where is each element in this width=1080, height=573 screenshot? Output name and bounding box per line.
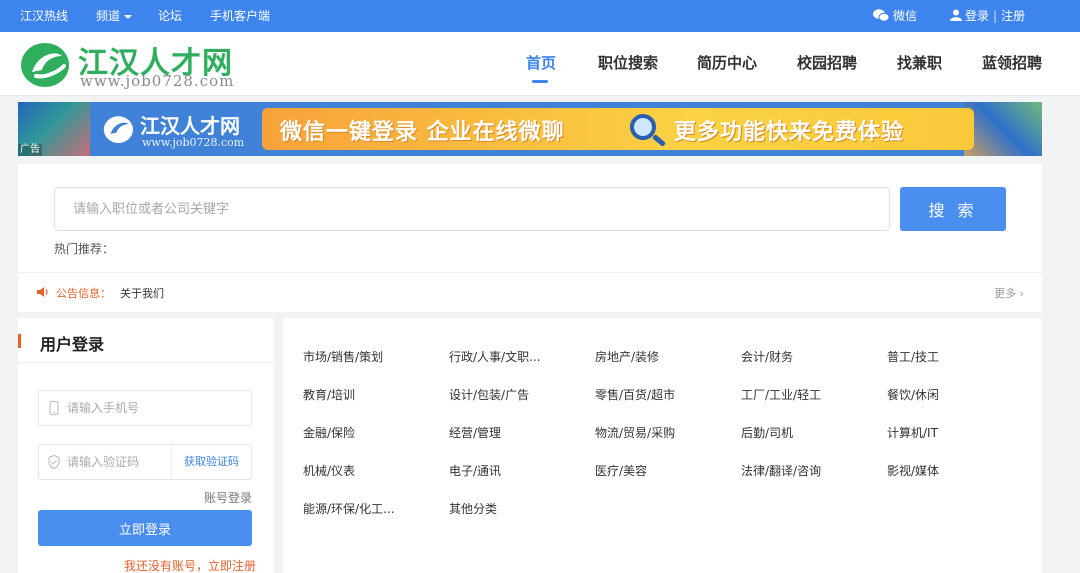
- category-link[interactable]: 行政/人事/文职...: [449, 348, 541, 365]
- banner-logo: 江汉人才网 www.job0728.com: [102, 110, 262, 150]
- separator: |: [993, 9, 998, 23]
- phone-input[interactable]: [67, 391, 187, 425]
- search-input[interactable]: [54, 187, 890, 231]
- divider: [18, 362, 274, 363]
- nav-resume-center[interactable]: 简历中心: [697, 52, 757, 73]
- channel-dropdown[interactable]: 频道: [96, 0, 133, 32]
- category-link[interactable]: 会计/财务: [741, 348, 793, 365]
- register-link[interactable]: 注册: [1001, 9, 1025, 23]
- speaker-icon: [37, 287, 48, 297]
- code-field: 获取验证码: [38, 444, 252, 480]
- category-link[interactable]: 法律/翻译/咨询: [741, 462, 821, 479]
- category-link[interactable]: 普工/技工: [887, 348, 939, 365]
- wechat-link[interactable]: 微信: [873, 0, 917, 32]
- notice-label: 公告信息：: [56, 287, 111, 300]
- notice-about-us-link[interactable]: 关于我们: [120, 285, 164, 301]
- nav-part-time[interactable]: 找兼职: [897, 52, 942, 73]
- banner-decoration-right: [964, 102, 1042, 156]
- category-link[interactable]: 经营/管理: [449, 424, 501, 441]
- nav-home[interactable]: 首页: [526, 52, 556, 73]
- header: 江汉人才网 www.job0728.com 首页 职位搜索 简历中心 校园招聘 …: [0, 32, 1080, 96]
- login-link[interactable]: 登录: [965, 9, 989, 23]
- category-link[interactable]: 其他分类: [449, 500, 497, 517]
- banner-logo-url: www.job0728.com: [142, 136, 245, 149]
- phone-icon: [49, 401, 59, 415]
- category-link[interactable]: 餐饮/休闲: [887, 386, 939, 403]
- hotline-link[interactable]: 江汉热线: [20, 0, 68, 32]
- banner-slogan-a: 微信一键登录 企业在线微聊: [280, 120, 565, 145]
- banner-logo-title: 江汉人才网: [140, 114, 240, 138]
- category-link[interactable]: 市场/销售/策划: [303, 348, 383, 365]
- code-input[interactable]: [67, 445, 187, 479]
- category-link[interactable]: 电子/通讯: [449, 462, 501, 479]
- category-link[interactable]: 工厂/工业/轻工: [741, 386, 821, 403]
- nav-job-search[interactable]: 职位搜索: [598, 52, 658, 73]
- ad-banner[interactable]: 江汉人才网 www.job0728.com 微信一键登录 企业在线微聊 更多功能…: [18, 102, 1042, 156]
- login-title: 用户登录: [40, 335, 105, 354]
- nav-campus[interactable]: 校园招聘: [797, 52, 857, 73]
- nav-blue-collar[interactable]: 蓝领招聘: [982, 52, 1042, 73]
- wechat-label: 微信: [893, 9, 918, 23]
- title-accent-bar: [18, 334, 21, 348]
- divider: [18, 272, 1042, 273]
- hot-recommend-label: 热门推荐：: [54, 242, 115, 256]
- banner-slogan-b: 更多功能快来免费体验: [674, 120, 905, 145]
- banner-slogan: 微信一键登录 企业在线微聊 更多功能快来免费体验: [262, 108, 974, 150]
- chevron-down-icon: [124, 14, 133, 19]
- login-panel: 用户登录 获取验证码 账号登录 立即登录 我还没有账号，立即注册: [18, 318, 274, 573]
- logo-url: www.job0728.com: [80, 72, 235, 90]
- category-link[interactable]: 房地产/装修: [595, 348, 659, 365]
- category-link[interactable]: 后勤/司机: [741, 424, 793, 441]
- forum-link[interactable]: 论坛: [158, 0, 182, 32]
- category-link[interactable]: 计算机/IT: [887, 424, 938, 441]
- notice-more-link[interactable]: 更多 ›: [994, 285, 1024, 301]
- user-icon: [950, 9, 962, 21]
- ad-tag: 广告: [18, 144, 42, 156]
- site-logo[interactable]: 江汉人才网 www.job0728.com: [18, 36, 258, 92]
- nav-active-indicator: [532, 80, 548, 83]
- account-links: 登录 | 注册: [950, 0, 1025, 32]
- register-now-link[interactable]: 我还没有账号，立即注册: [124, 557, 256, 573]
- account-login-link[interactable]: 账号登录: [204, 489, 252, 506]
- magnifier-icon: [630, 114, 656, 140]
- category-link[interactable]: 金融/保险: [303, 424, 355, 441]
- category-link[interactable]: 能源/环保/化工...: [303, 500, 395, 517]
- category-link[interactable]: 设计/包装/广告: [449, 386, 529, 403]
- login-submit-button[interactable]: 立即登录: [38, 510, 252, 546]
- category-link[interactable]: 影视/媒体: [887, 462, 939, 479]
- job-category-panel: 市场/销售/策划 行政/人事/文职... 房地产/装修 会计/财务 普工/技工 …: [283, 318, 1042, 573]
- get-code-button[interactable]: 获取验证码: [171, 445, 251, 479]
- category-link[interactable]: 零售/百货/超市: [595, 386, 675, 403]
- category-link[interactable]: 教育/培训: [303, 386, 355, 403]
- search-panel: 搜 索 热门推荐： 公告信息： 关于我们 更多 ›: [18, 164, 1042, 312]
- mobile-client-link[interactable]: 手机客户端: [210, 0, 270, 32]
- wechat-icon: [873, 9, 890, 22]
- search-button[interactable]: 搜 索: [900, 187, 1006, 231]
- top-bar: 江汉热线 频道 论坛 手机客户端 微信 登录 | 注册: [0, 0, 1080, 32]
- shield-check-icon: [48, 455, 60, 469]
- logo-mark-icon: [21, 43, 69, 87]
- phone-field: [38, 390, 252, 426]
- logo-mark-icon: [103, 116, 133, 143]
- channel-label: 频道: [96, 9, 121, 23]
- category-link[interactable]: 医疗/美容: [595, 462, 647, 479]
- category-link[interactable]: 物流/贸易/采购: [595, 424, 675, 441]
- category-link[interactable]: 机械/仪表: [303, 462, 355, 479]
